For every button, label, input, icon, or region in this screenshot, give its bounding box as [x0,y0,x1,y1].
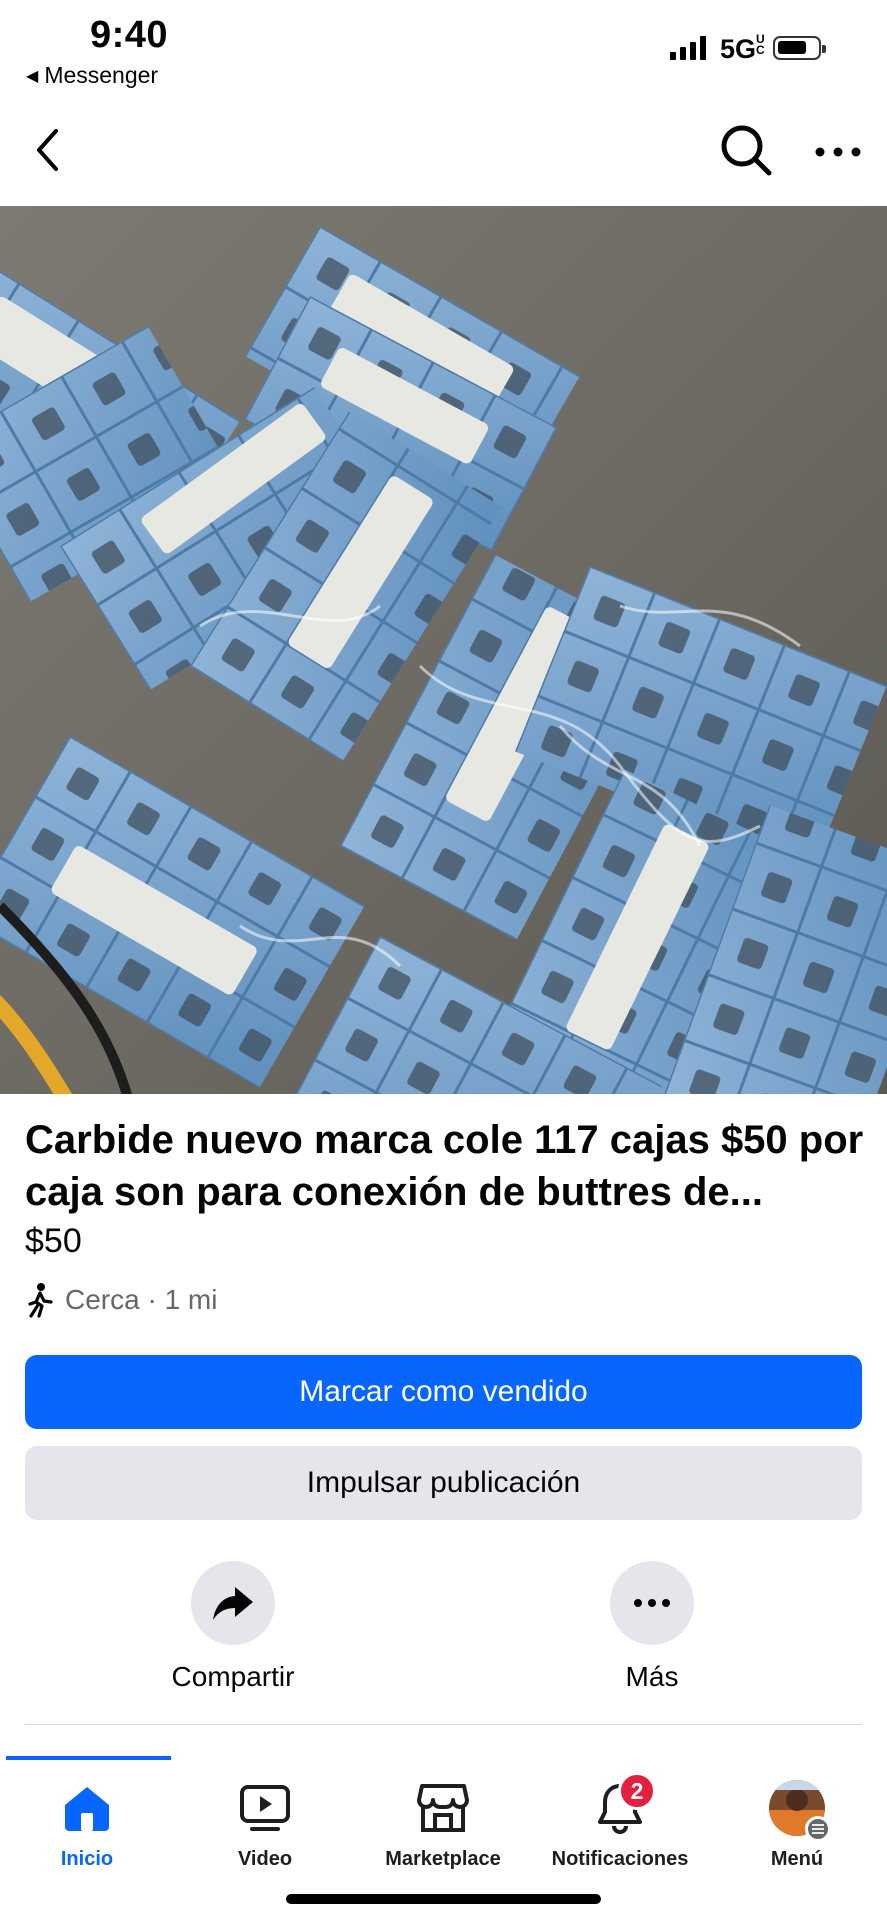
listing-photo[interactable] [0,206,887,1094]
share-label: Compartir [171,1661,295,1692]
tab-video-label: Video [237,1848,293,1870]
walking-person-icon [28,1283,53,1318]
network-indicator: 5GUC [720,32,766,65]
chevron-left-icon [37,129,58,171]
share-arrow-icon [213,1587,253,1620]
tab-home[interactable]: Inicio [2,1778,172,1871]
active-tab-indicator [6,1756,171,1760]
tab-notifications-label: Notificaciones [551,1848,689,1870]
listing-price: $50 [25,1222,82,1260]
back-triangle-icon: ◀ [26,67,39,85]
mark-as-sold-button[interactable]: Marcar como vendido [25,1355,862,1429]
listing-title: Carbide nuevo marca cole 117 cajas $50 p… [25,1118,864,1214]
more-options-button[interactable] [810,132,866,172]
share-action[interactable]: Compartir [153,1561,313,1693]
tab-menu[interactable]: Menú [712,1778,882,1871]
tab-video[interactable]: Video [180,1778,350,1871]
back-to-messenger[interactable]: ◀ Messenger [26,62,158,89]
product-photo [0,206,887,1094]
search-button[interactable] [718,122,774,178]
back-button[interactable] [30,125,70,175]
tab-marketplace[interactable]: Marketplace [358,1778,528,1871]
divider [25,1724,862,1725]
notification-badge: 2 [618,1772,656,1810]
more-button[interactable] [610,1561,694,1645]
battery-icon [773,36,826,60]
more-action[interactable]: Más [572,1561,732,1693]
boost-listing-button[interactable]: Impulsar publicación [25,1446,862,1520]
listing-location: Cerca · 1 mi [25,1282,217,1318]
video-icon [240,1785,290,1831]
network-suffix: UC [756,32,765,57]
more-dots-icon [815,147,861,157]
status-time: 9:40 [90,14,169,56]
home-indicator [286,1894,601,1904]
more-label: Más [625,1661,679,1692]
marketplace-icon [417,1784,469,1832]
share-button[interactable] [191,1561,275,1645]
tab-marketplace-label: Marketplace [385,1848,501,1870]
signal-icon [670,36,706,60]
menu-lines-icon [805,1816,831,1842]
tab-notifications[interactable]: 2 Notificaciones [535,1772,705,1871]
network-label: 5G [720,34,757,64]
more-dots-icon [634,1599,670,1607]
tab-menu-label: Menú [770,1848,824,1870]
home-icon [65,1787,109,1831]
tab-home-label: Inicio [60,1848,114,1870]
location-text: Cerca · 1 mi [65,1284,218,1315]
back-app-label: Messenger [44,62,159,88]
search-icon [721,125,772,176]
